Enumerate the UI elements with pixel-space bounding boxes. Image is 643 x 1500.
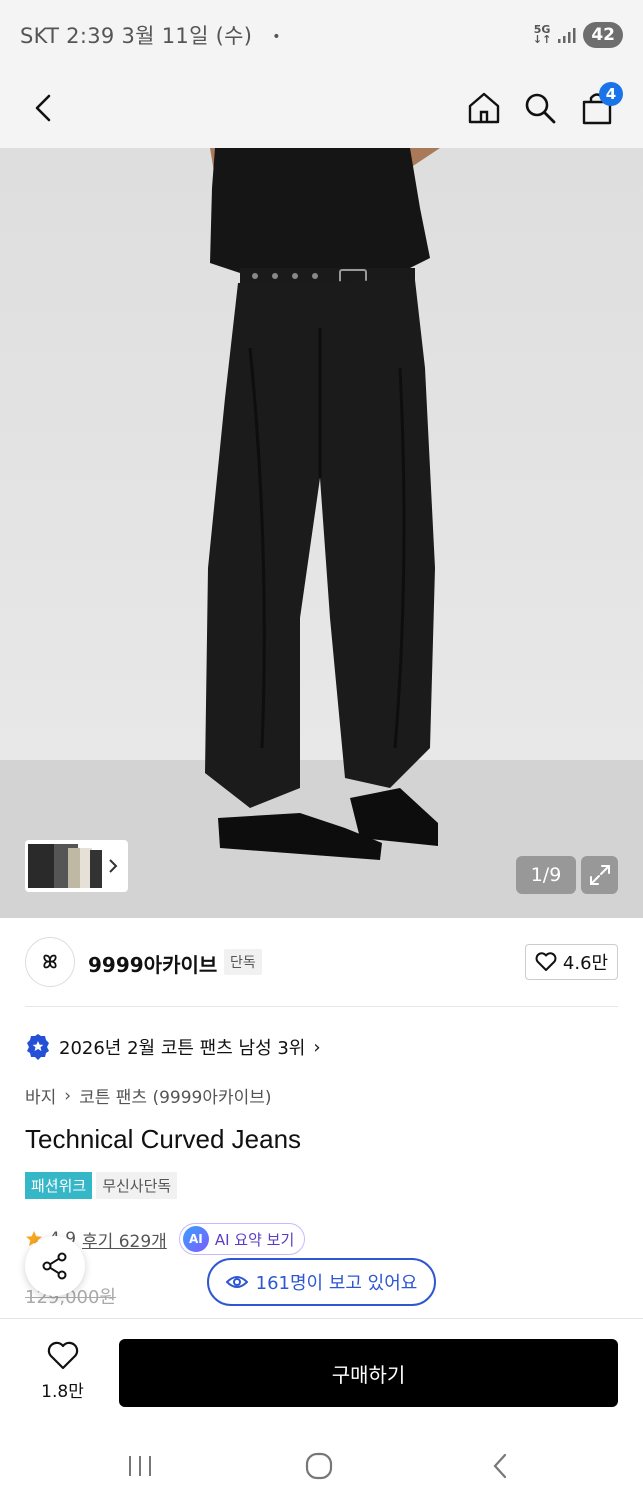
viewers-toast: 161명이 보고 있어요 — [207, 1258, 436, 1306]
back-nav-icon — [493, 1453, 507, 1479]
ai-icon: AI — [182, 1226, 209, 1252]
top-nav: 4 — [0, 70, 643, 228]
back-icon — [35, 94, 51, 122]
chevron-right-icon: › — [313, 1036, 321, 1058]
cart-button[interactable]: 4 — [577, 82, 623, 128]
brand-like-button[interactable]: 4.6만 — [525, 944, 618, 980]
thumbnail-image — [28, 844, 102, 888]
home-nav-button[interactable] — [299, 1448, 339, 1484]
ranking-link[interactable]: 2026년 2월 코튼 팬츠 남성 3위 › — [25, 1033, 321, 1061]
carrier-time-text: SKT 2:39 3월 11일 (수) — [20, 24, 253, 48]
system-navigation-bar — [0, 1428, 643, 1500]
notification-dot: • — [272, 29, 281, 45]
exclusive-tag: 단독 — [224, 949, 262, 975]
share-icon — [42, 1252, 67, 1280]
wishlist-count: 1.8만 — [41, 1382, 84, 1402]
home-circle-icon — [305, 1452, 333, 1480]
home-button[interactable] — [464, 88, 504, 128]
wishlist-button[interactable]: 1.8만 — [30, 1341, 95, 1402]
divider — [25, 1006, 618, 1007]
heart-icon — [47, 1341, 78, 1370]
brand-name[interactable]: 9999아카이브 — [88, 949, 217, 978]
fashion-week-tag: 패션위크 — [25, 1172, 93, 1199]
ai-summary-button[interactable]: AI AI 요약 보기 — [178, 1223, 306, 1255]
battery-indicator: 42 — [583, 22, 623, 48]
thumbnail-chevron-icon — [109, 859, 118, 873]
musinsa-exclusive-tag: 무신사단독 — [96, 1172, 178, 1199]
breadcrumb-category[interactable]: 바지 — [25, 1083, 56, 1108]
brand-logo[interactable]: ꕤ — [25, 937, 75, 987]
ai-summary-label: AI 요약 보기 — [214, 1230, 295, 1249]
gallery-thumbnail[interactable] — [25, 840, 128, 892]
viewers-text: 161명이 보고 있어요 — [255, 1273, 418, 1294]
bottom-action-bar: 1.8만 구매하기 — [0, 1318, 643, 1428]
product-tags: 패션위크 무신사단독 — [25, 1172, 178, 1199]
network-5g-icon: 5G ↓↑ — [532, 24, 552, 46]
brand-like-count: 4.6만 — [562, 953, 609, 974]
back-nav-button[interactable] — [480, 1448, 520, 1484]
back-button[interactable] — [24, 88, 64, 128]
breadcrumb-subcategory[interactable]: 코튼 팬츠 (9999아카이브) — [79, 1083, 271, 1108]
heart-icon — [535, 952, 557, 971]
product-title: Technical Curved Jeans — [25, 1124, 302, 1154]
image-counter: 1/9 — [516, 856, 576, 894]
expand-button[interactable] — [581, 856, 618, 894]
product-photo — [0, 148, 643, 918]
review-count-link[interactable]: 후기 629개 — [82, 1227, 167, 1252]
home-icon — [468, 92, 500, 124]
breadcrumb: 바지 › 코튼 팬츠 (9999아카이브) — [25, 1083, 272, 1109]
status-bar: SKT 2:39 3월 11일 (수) • 5G ↓↑ 42 — [0, 0, 643, 70]
cart-count-badge: 4 — [599, 82, 623, 106]
ranking-badge-icon — [27, 1034, 49, 1060]
recent-apps-button[interactable] — [120, 1448, 160, 1484]
recent-apps-icon — [129, 1456, 151, 1476]
status-time: SKT 2:39 3월 11일 (수) • — [20, 20, 281, 50]
product-image-gallery[interactable]: 1/9 — [0, 148, 643, 918]
ranking-text: 2026년 2월 코튼 팬츠 남성 3위 — [59, 1038, 306, 1059]
search-icon — [525, 93, 556, 124]
network-arrows: ↓↑ — [532, 33, 552, 46]
search-button[interactable] — [520, 88, 560, 128]
eye-icon — [225, 1276, 248, 1288]
buy-button[interactable]: 구매하기 — [119, 1339, 618, 1407]
expand-icon — [589, 865, 610, 885]
brand-row: ꕤ 9999아카이브 단독 4.6만 — [25, 937, 618, 987]
share-button[interactable] — [25, 1236, 85, 1296]
breadcrumb-separator-icon: › — [64, 1085, 72, 1106]
status-icons: 5G ↓↑ 42 — [533, 22, 623, 48]
signal-icon — [558, 28, 576, 43]
